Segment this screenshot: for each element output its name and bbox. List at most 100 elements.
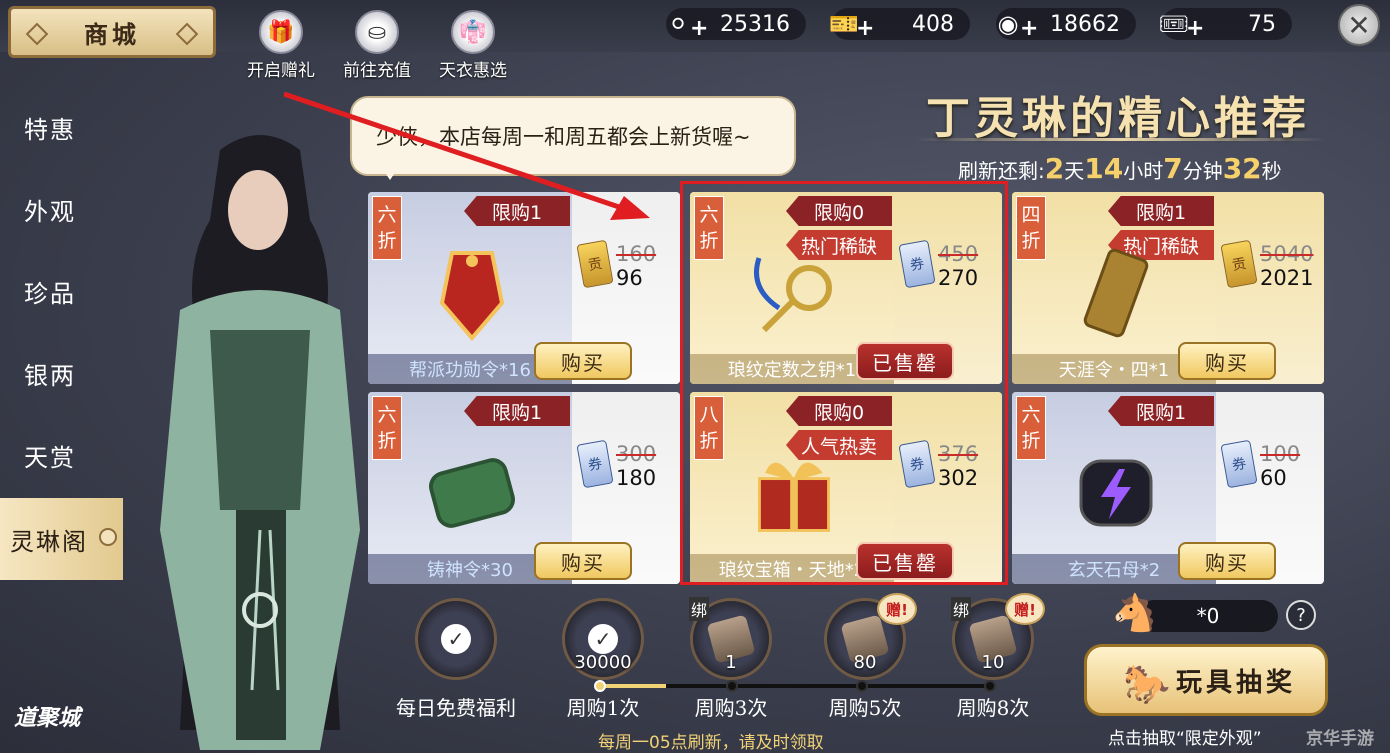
purchase-limit-tag: 限购1 [1108,396,1214,426]
quick-link-costume[interactable]: 👘 天衣惠选 [428,10,518,81]
discount-digit: 六 [1021,404,1041,426]
reward-qty: 30000 [574,652,632,673]
npc-speech-text: 少侠，本店每周一和周五都会上新货喔~ [376,125,751,149]
buy-button[interactable]: 购买 [1178,542,1276,580]
sale-price: 96 [616,266,643,290]
purchase-limit-tag: 限购1 [464,396,570,426]
product-card[interactable]: 六折 限购1 帮派功勋令*16 贡 160 96 购买 [368,192,680,384]
discount-unit: 折 [1021,430,1041,452]
purchase-limit-tag: 限购1 [1108,196,1214,226]
bound-tag: 绑 [951,597,972,621]
refresh-label: 刷新还剩: [958,159,1045,183]
product-card[interactable]: 六折 限购1 玄天石母*2 券 100 60 购买 [1012,392,1324,584]
countdown-days: 2 [1044,152,1065,185]
blue-ticket-icon: 券 [1220,439,1258,489]
discount-digit: 四 [1021,204,1041,226]
purchase-limit-text: 限购1 [1135,201,1187,224]
add-icon: + [1186,16,1205,41]
discount-tag: 四折 [1016,196,1046,260]
sidebar-item-label: 天赏 [24,443,76,472]
quick-link-label: 开启赠礼 [247,61,315,81]
rocking-horse-icon: 🐎 [1123,661,1175,706]
blue-ticket-icon: 券 [576,439,614,489]
product-item-icon [424,438,520,548]
discount-digit: 六 [377,204,397,226]
weekly-reward[interactable]: ✓ 每日免费福利 [396,598,516,721]
sidebar-item-appearance[interactable]: 外观 [0,168,123,250]
sidebar-item-linlin-pavilion[interactable]: 灵琳阁 [0,498,123,580]
reward-label: 周购5次 [828,696,902,720]
watermark: 京华手游 [1306,729,1374,749]
quick-link-gift[interactable]: 🎁 开启赠礼 [236,10,326,81]
sale-price: 60 [1260,466,1287,490]
action-label: 购买 [1205,550,1249,575]
reward-medal: 80 赠! [824,593,917,680]
weekly-reward[interactable]: 10 绑 赠! 周购8次 [948,593,1045,721]
buy-button[interactable]: 购买 [534,542,632,580]
add-icon: + [690,16,709,41]
sidebar-item-label: 银两 [24,361,76,390]
product-name-text: 玄天石母*2 [1067,560,1161,581]
hours-unit: 小时 [1123,159,1164,183]
reward-medal: 1绑 [689,597,772,680]
ingot-icon: ⛀ [355,10,399,54]
help-button[interactable]: ? [1286,600,1316,630]
gold-ticket-icon: 贡 [576,239,614,289]
sidebar-item-label: 特惠 [24,115,76,144]
resource-value: 25316 [720,11,790,37]
reward-qty: 80 [853,652,877,673]
sidebar-item-label: 珍品 [24,279,76,308]
toy-draw-button[interactable]: 🐎 玩具抽奖 [1084,644,1328,716]
recommend-title: 丁灵琳的精心推荐 [926,93,1310,144]
sidebar-item-treasure[interactable]: 珍品 [0,250,123,332]
product-card[interactable]: 六折 限购1 铸神令*30 券 300 180 购买 [368,392,680,584]
original-price: 100 [1260,442,1301,466]
countdown-minutes: 7 [1163,152,1183,185]
reward-qty: 10 [981,652,1005,673]
weekly-reward[interactable]: 1 绑周购3次 [686,597,776,721]
close-button[interactable]: ✕ [1338,4,1380,46]
sale-price: 2021 [1260,266,1314,290]
resource-gold-ticket[interactable]: 🎟 + 75 [1159,8,1292,41]
seconds-unit: 秒 [1261,159,1282,183]
sidebar-item-silver[interactable]: 银两 [0,332,123,414]
weekly-reward[interactable]: ✓ 30000 周购1次 [558,598,648,721]
toy-count-value: *0 [1196,604,1220,628]
close-icon: ✕ [1347,8,1371,42]
product-item-icon [424,238,520,348]
original-price: 160 [616,242,657,266]
gift-badge: 赠! [877,593,917,625]
add-icon: + [1020,16,1039,41]
bound-tag: 绑 [689,597,710,621]
discount-unit: 折 [1021,230,1041,252]
resource-blue-ticket[interactable]: 🎫 + 408 [829,8,970,41]
product-item-icon [1068,238,1164,348]
reward-medal: 10 绑 赠! [951,593,1045,680]
sidebar-item-tianshang[interactable]: 天赏 [0,414,123,496]
sidebar-item-special[interactable]: 特惠 [0,86,123,168]
purchase-limit-text: 限购1 [491,201,543,224]
buy-button[interactable]: 购买 [534,342,632,380]
purchase-limit-text: 限购1 [1135,401,1187,424]
rocking-horse-icon: 🐴 [1112,593,1157,634]
resource-value: 75 [1248,11,1276,37]
title-divider [916,138,1326,141]
toy-draw-label: 玩具抽奖 [1175,667,1296,698]
quick-link-recharge[interactable]: ⛀ 前往充值 [332,10,422,81]
buy-button[interactable]: 购买 [1178,342,1276,380]
product-name-text: 帮派功勋令*16 [409,360,531,381]
add-icon: + [856,16,875,41]
resource-coin[interactable]: ◉ + 18662 [996,8,1136,41]
discount-digit: 六 [377,404,397,426]
product-card[interactable]: 四折限购1 热门稀缺 天涯令・四*1 贡 5040 2021 购买 [1012,192,1324,384]
active-marker-icon [99,528,117,546]
product-item-icon [1068,438,1164,548]
resource-silver[interactable]: ⚪ + 25316 [666,8,806,41]
quick-link-label: 前往充值 [343,61,411,81]
resource-value: 18662 [1050,11,1120,37]
weekly-reward[interactable]: 80 赠! 周购5次 [820,593,917,721]
action-label: 购买 [561,550,605,575]
discount-unit: 折 [377,230,397,252]
gold-ticket-icon: 贡 [1220,239,1258,289]
npc-speech-bubble: 少侠，本店每周一和周五都会上新货喔~ [350,96,796,180]
